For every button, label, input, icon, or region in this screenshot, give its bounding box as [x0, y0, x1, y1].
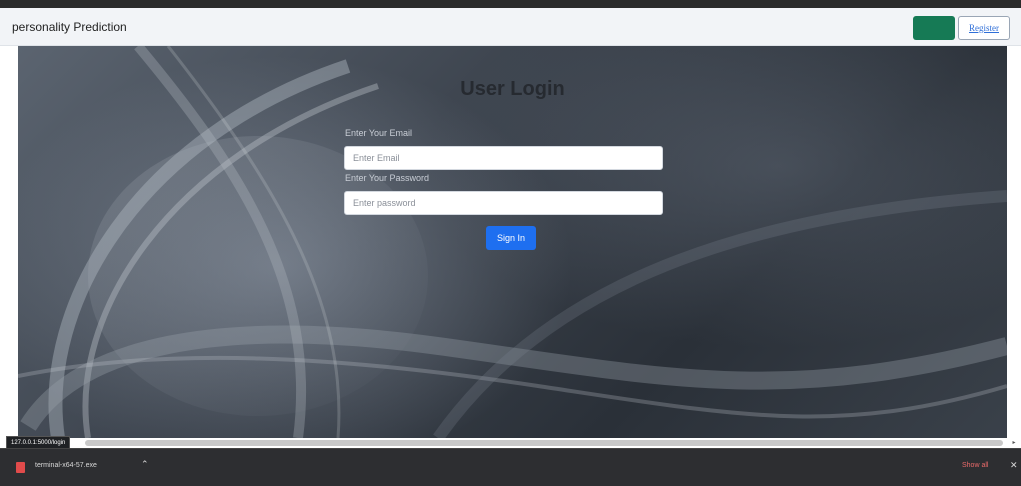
scrollbar-thumb[interactable]	[85, 440, 1003, 446]
password-label: Enter Your Password	[345, 173, 430, 183]
chevron-up-icon[interactable]: ⌃	[141, 459, 149, 470]
pdf-file-icon	[16, 462, 25, 473]
email-label: Enter Your Email	[345, 128, 413, 138]
download-bar: terminal-x64-57.exe ⌃ Show all ✕	[0, 448, 1021, 486]
chevron-right-icon[interactable]: ▸	[1010, 440, 1018, 446]
navbar-brand[interactable]: personality Prediction	[12, 20, 127, 34]
login-hero: User Login Enter Your Email Enter Your P…	[18, 46, 1007, 438]
sign-in-button[interactable]: Sign In	[486, 226, 536, 250]
email-field[interactable]	[344, 146, 663, 170]
window-top-border	[0, 0, 1021, 8]
download-file-name[interactable]: terminal-x64-57.exe	[35, 462, 97, 469]
close-icon[interactable]: ✕	[1010, 460, 1018, 471]
navbar: personality Prediction Register	[0, 8, 1021, 46]
login-nav-button[interactable]	[913, 16, 955, 40]
register-button[interactable]: Register	[958, 16, 1010, 40]
password-field[interactable]	[344, 191, 663, 215]
page-title: User Login	[460, 78, 565, 100]
show-all-link[interactable]: Show all	[962, 462, 988, 469]
